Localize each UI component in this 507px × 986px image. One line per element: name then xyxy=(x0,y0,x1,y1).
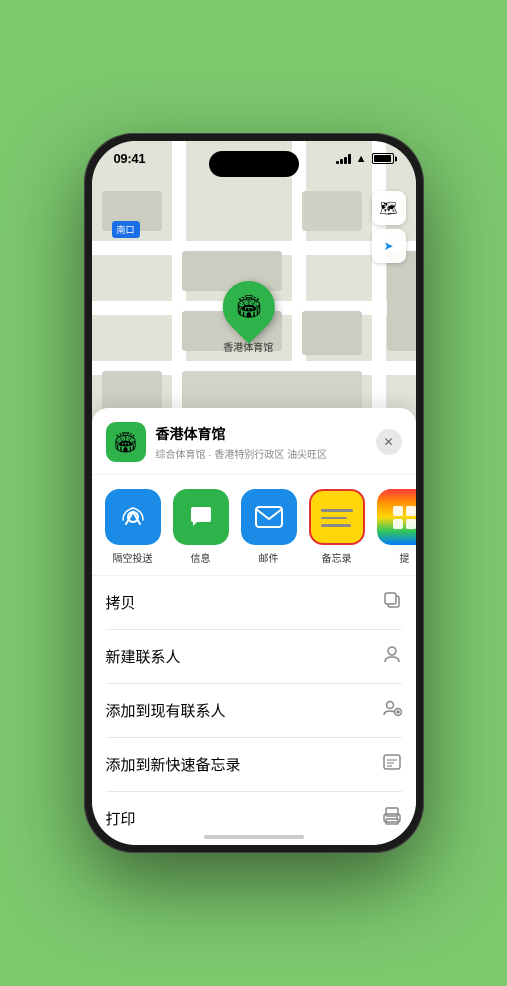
share-item-airdrop: 隔空投送 xyxy=(102,489,164,565)
share-row: 隔空投送 信息 xyxy=(92,475,416,576)
copy-icon xyxy=(382,590,402,615)
messages-button[interactable] xyxy=(173,489,229,545)
action-new-contact[interactable]: 新建联系人 xyxy=(106,630,402,684)
mail-button[interactable] xyxy=(241,489,297,545)
messages-label: 信息 xyxy=(191,550,211,565)
location-button[interactable]: ➤ xyxy=(372,229,406,263)
venue-card: 🏟 香港体育馆 综合体育馆 · 香港特别行政区 油尖旺区 ✕ xyxy=(92,408,416,475)
close-icon: ✕ xyxy=(383,435,393,449)
messages-icon xyxy=(187,503,215,531)
more-icon xyxy=(385,498,416,537)
airdrop-icon xyxy=(119,503,147,531)
map-controls: 🗺 ➤ xyxy=(372,191,406,263)
print-label: 打印 xyxy=(106,808,136,829)
stadium-pin: 🏟 香港体育馆 xyxy=(222,281,274,354)
airdrop-button[interactable] xyxy=(105,489,161,545)
notes-button[interactable] xyxy=(309,489,365,545)
new-contact-icon xyxy=(382,644,402,669)
mail-label: 邮件 xyxy=(259,550,279,565)
action-add-notes[interactable]: 添加到新快速备忘录 xyxy=(106,738,402,792)
notes-label: 备忘录 xyxy=(322,550,352,565)
more-button[interactable] xyxy=(377,489,416,545)
add-notes-label: 添加到新快速备忘录 xyxy=(106,754,241,775)
add-existing-icon xyxy=(382,698,402,723)
mail-icon xyxy=(254,505,284,529)
signal-icon xyxy=(336,154,351,164)
map-view-button[interactable]: 🗺 xyxy=(372,191,406,225)
map-view-icon: 🗺 xyxy=(380,200,398,217)
action-list: 拷贝 新建联系人 xyxy=(92,576,416,845)
map-label: 南口 xyxy=(112,221,140,238)
copy-label: 拷贝 xyxy=(106,592,136,613)
close-button[interactable]: ✕ xyxy=(376,429,402,455)
notes-icon xyxy=(313,501,361,533)
venue-emoji: 🏟 xyxy=(113,430,138,455)
status-time: 09:41 xyxy=(114,151,146,166)
add-notes-icon xyxy=(382,752,402,777)
venue-name: 香港体育馆 xyxy=(156,424,366,444)
map-block xyxy=(387,251,416,351)
status-icons: ▲ xyxy=(336,153,394,165)
venue-subtitle: 综合体育馆 · 香港特别行政区 油尖旺区 xyxy=(156,446,366,461)
location-icon: ➤ xyxy=(383,239,393,253)
wifi-icon: ▲ xyxy=(356,153,367,165)
venue-icon: 🏟 xyxy=(106,422,146,462)
phone-frame: 09:41 ▲ xyxy=(84,133,424,853)
battery-icon xyxy=(372,153,394,164)
share-icons: 隔空投送 信息 xyxy=(102,489,406,565)
action-add-existing[interactable]: 添加到现有联系人 xyxy=(106,684,402,738)
phone-screen: 09:41 ▲ xyxy=(92,141,416,845)
venue-info: 香港体育馆 综合体育馆 · 香港特别行政区 油尖旺区 xyxy=(156,424,366,461)
dynamic-island xyxy=(209,151,299,177)
home-indicator xyxy=(204,835,304,839)
share-item-notes: 备忘录 xyxy=(306,489,368,565)
map-block xyxy=(302,311,362,355)
share-item-messages: 信息 xyxy=(170,489,232,565)
share-item-mail: 邮件 xyxy=(238,489,300,565)
airdrop-label: 隔空投送 xyxy=(113,550,153,565)
new-contact-label: 新建联系人 xyxy=(106,646,181,667)
action-copy[interactable]: 拷贝 xyxy=(106,576,402,630)
more-label: 提 xyxy=(400,550,410,565)
add-existing-label: 添加到现有联系人 xyxy=(106,700,226,721)
bottom-sheet: 🏟 香港体育馆 综合体育馆 · 香港特别行政区 油尖旺区 ✕ xyxy=(92,408,416,845)
share-item-more: 提 xyxy=(374,489,416,565)
map-block xyxy=(302,191,362,231)
print-icon xyxy=(382,806,402,831)
